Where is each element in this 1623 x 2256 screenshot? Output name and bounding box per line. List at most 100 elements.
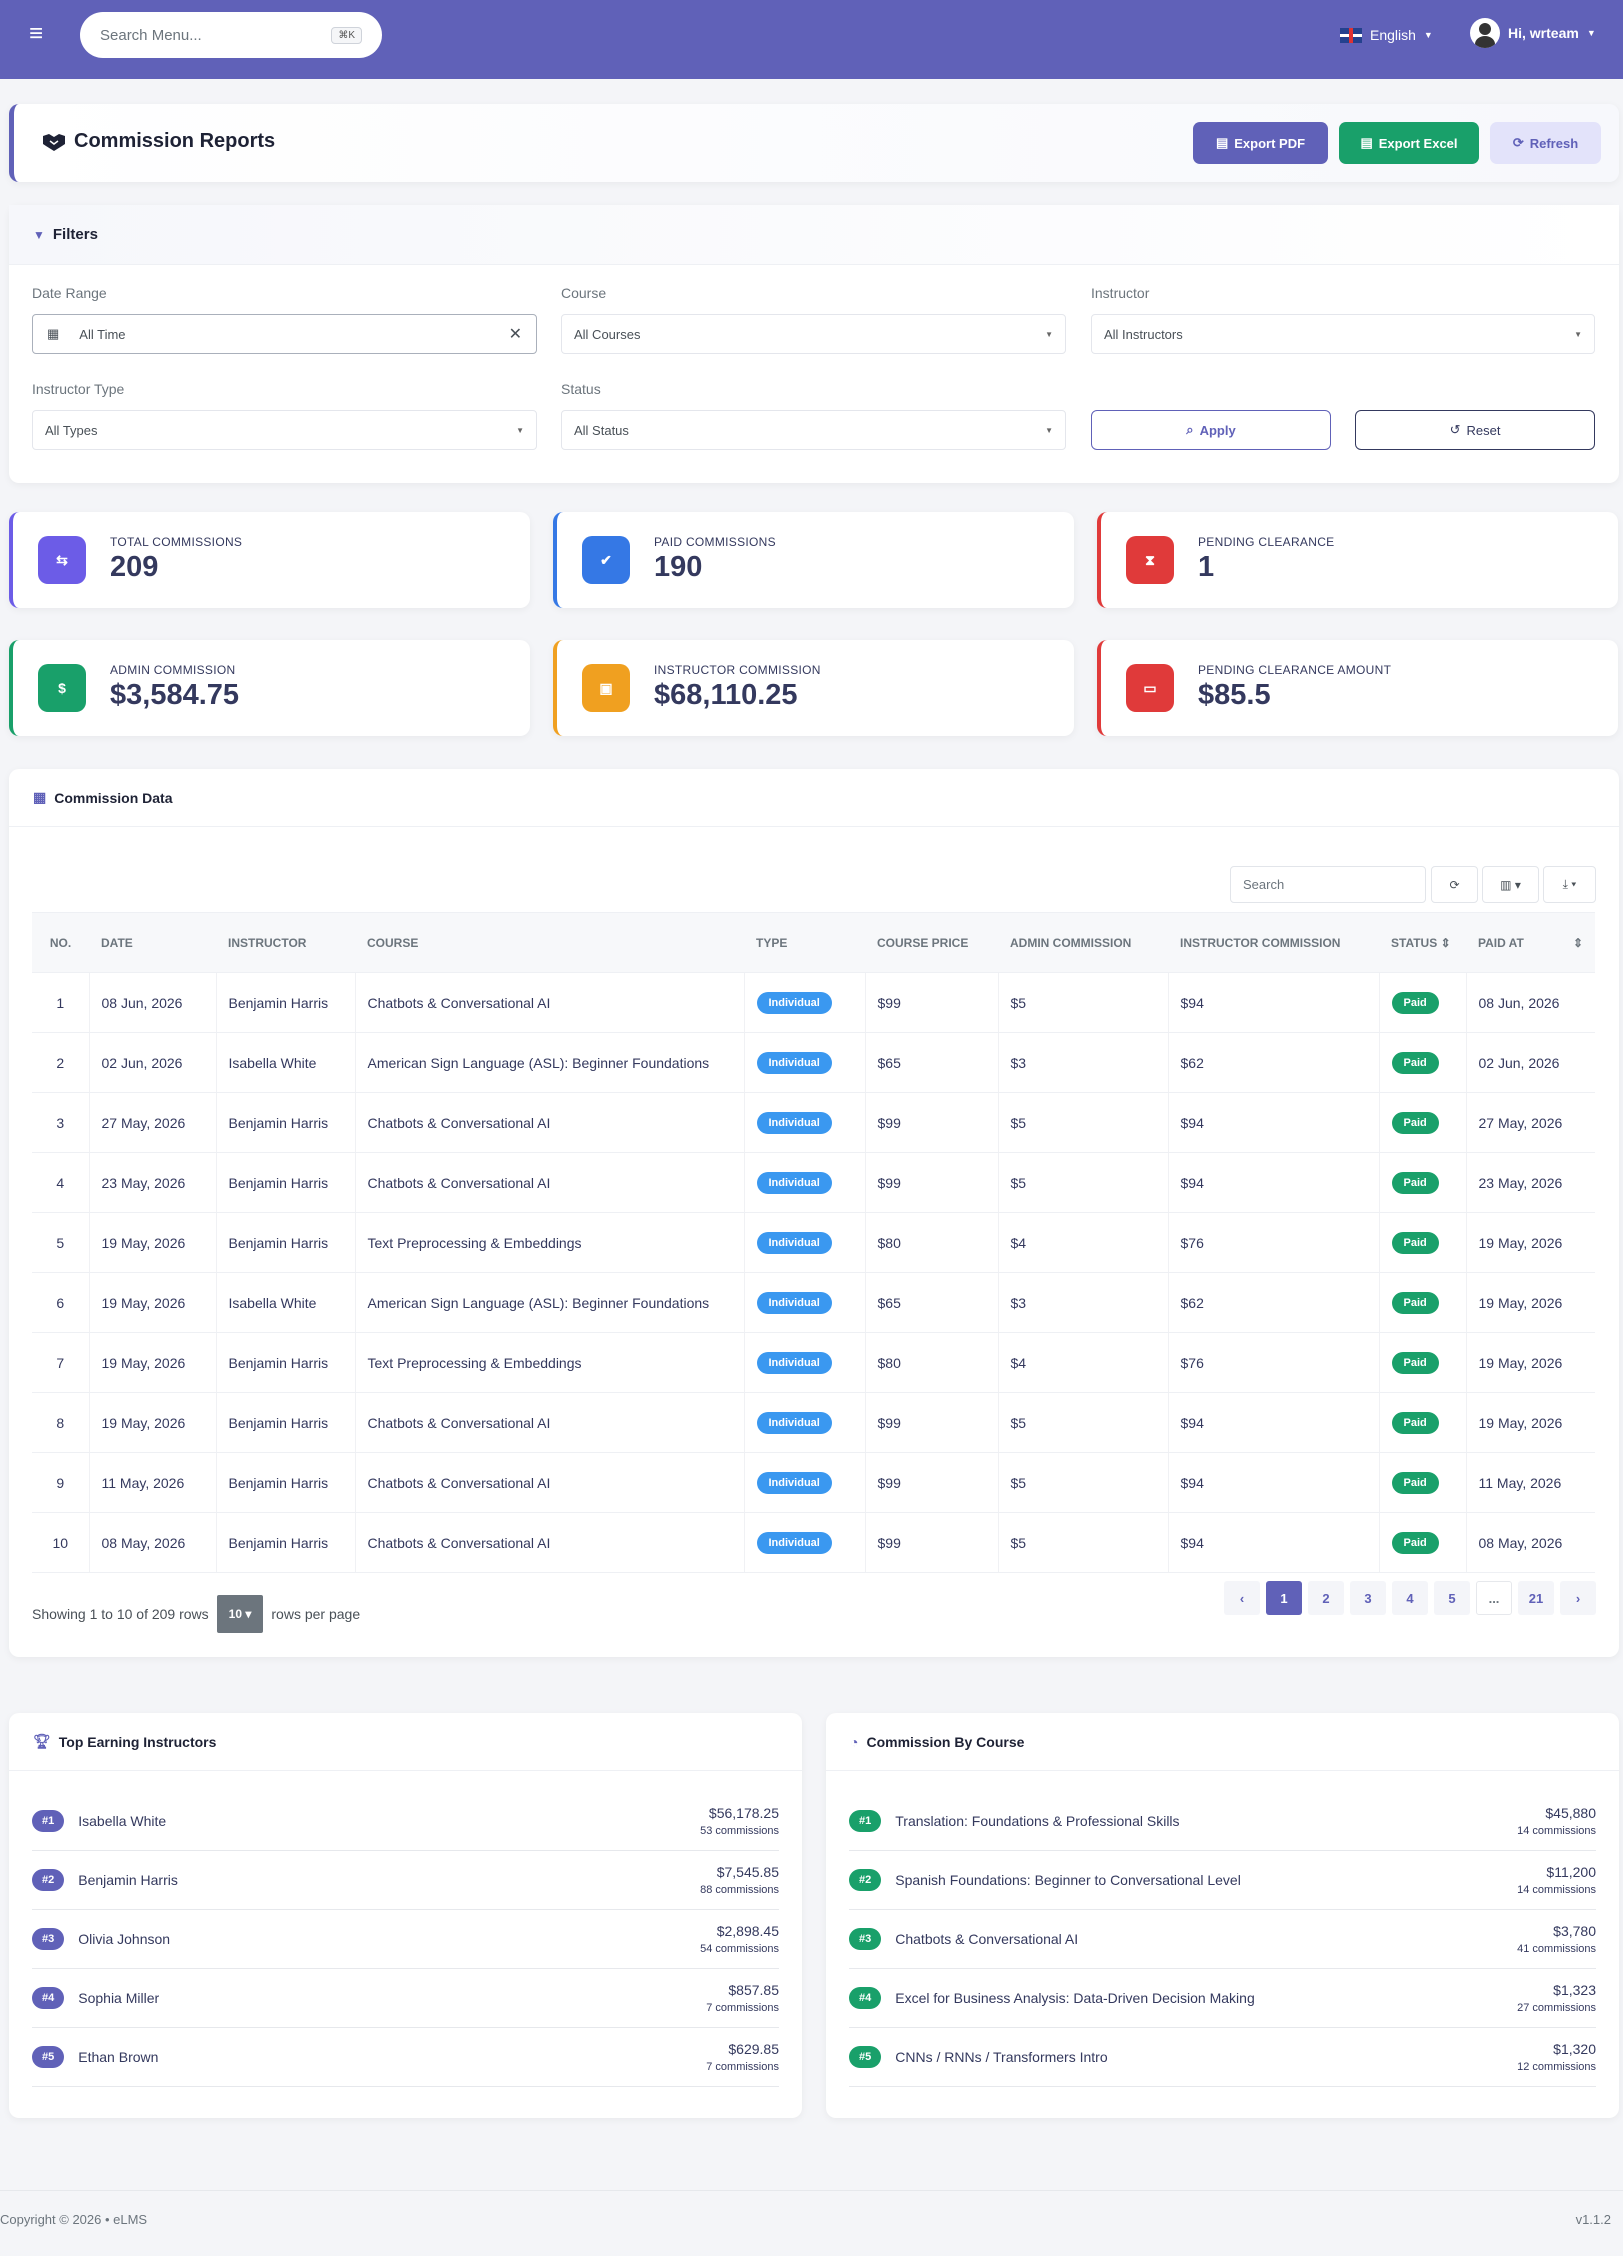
table-row: 6 19 May, 2026 Isabella White American Sign… bbox=[32, 1272, 1595, 1333]
table-cell: Chatbots & Conversational AI bbox=[355, 1512, 745, 1573]
status-badge: Paid bbox=[1391, 1531, 1439, 1554]
column-header[interactable]: Date bbox=[89, 912, 216, 973]
column-header[interactable]: Type bbox=[744, 912, 865, 973]
export-excel-button[interactable]: ▤ Export Excel bbox=[1339, 122, 1479, 164]
column-header[interactable]: Admin Commission bbox=[998, 912, 1168, 973]
commission-by-course-card: ◔ Commission By Course #1 Translation: Fo… bbox=[826, 1713, 1619, 2118]
table-refresh-button[interactable]: ⟳ bbox=[1431, 866, 1478, 903]
hourglass-icon: ⧗ bbox=[1126, 536, 1174, 584]
table-search-input[interactable]: Search bbox=[1230, 866, 1426, 903]
table-cell: 19 May, 2026 bbox=[1466, 1212, 1595, 1273]
rank-badge: #2 bbox=[849, 1869, 882, 1891]
version-text: v1.1.2 bbox=[1575, 2212, 1611, 2227]
status-value: All Status bbox=[574, 422, 629, 438]
instructor-type-label: Instructor Type bbox=[32, 381, 125, 397]
instructor-type-select[interactable]: All Types ▼ bbox=[32, 410, 537, 450]
table-cell: $80 bbox=[865, 1332, 999, 1393]
table-cell: Chatbots & Conversational AI bbox=[355, 972, 745, 1033]
table-cell: Benjamin Harris bbox=[216, 1392, 356, 1453]
chevron-down-icon: ▼ bbox=[1045, 329, 1053, 339]
chevron-down-icon: ▼ bbox=[1574, 329, 1582, 339]
clear-icon[interactable]: ✕ bbox=[509, 324, 522, 344]
column-header[interactable]: Instructor bbox=[216, 912, 355, 973]
column-header[interactable]: Instructor Commission bbox=[1168, 912, 1379, 973]
pagination-info: Showing 1 to 10 of 209 rows 10 ▾ rows pe… bbox=[32, 1595, 360, 1633]
item-amount-block: $1,323 27 commissions bbox=[1517, 1982, 1596, 2014]
columns-toggle-button[interactable]: ▥ ▾ bbox=[1482, 866, 1539, 903]
status-column-header[interactable]: Status ⇕ bbox=[1379, 912, 1466, 973]
search-menu-input[interactable]: Search Menu... ⌘K bbox=[80, 12, 382, 58]
table-cell: 19 May, 2026 bbox=[1466, 1392, 1595, 1453]
dollar-icon: $ bbox=[38, 664, 86, 712]
table-cell: Individual bbox=[744, 1272, 866, 1333]
table-cell: $4 bbox=[998, 1212, 1169, 1273]
page-button[interactable]: ... bbox=[1476, 1581, 1512, 1615]
language-selector[interactable]: English ▼ bbox=[1340, 22, 1433, 48]
status-select[interactable]: All Status ▼ bbox=[561, 410, 1066, 450]
chevron-down-icon: ▼ bbox=[1045, 425, 1053, 435]
filters-title: Filters bbox=[52, 226, 98, 243]
page-button[interactable]: 21 bbox=[1518, 1581, 1554, 1615]
export-excel-label: Export Excel bbox=[1378, 135, 1458, 151]
date-range-input[interactable]: ▦ All Time ✕ bbox=[32, 314, 537, 354]
list-item: #4 Excel for Business Analysis: Data-Driv… bbox=[849, 1969, 1596, 2028]
table-cell: $80 bbox=[865, 1212, 999, 1273]
table-cell: $65 bbox=[865, 1272, 999, 1333]
stat-label: Instructor Commission bbox=[654, 663, 821, 677]
type-badge: Individual bbox=[756, 1111, 832, 1134]
stat-label: Pending Clearance Amount bbox=[1198, 663, 1392, 677]
item-count: 7 commissions bbox=[706, 2002, 779, 2014]
column-header[interactable]: Course Price bbox=[865, 912, 998, 973]
type-badge: Individual bbox=[756, 1051, 832, 1074]
status-label: Status bbox=[561, 381, 601, 397]
page-button[interactable]: 5 bbox=[1434, 1581, 1470, 1615]
status-badge: Paid bbox=[1391, 1171, 1439, 1194]
table-cell: 5 bbox=[32, 1212, 90, 1273]
instructor-select[interactable]: All Instructors ▼ bbox=[1091, 314, 1595, 354]
user-menu[interactable]: Hi, wrteam ▼ bbox=[1470, 18, 1596, 48]
page-button[interactable]: 1 bbox=[1266, 1581, 1302, 1615]
column-header[interactable]: No. bbox=[32, 912, 89, 973]
table-cell: $5 bbox=[998, 1392, 1169, 1453]
handshake-icon bbox=[43, 133, 65, 151]
type-badge: Individual bbox=[756, 1531, 832, 1554]
course-select[interactable]: All Courses ▼ bbox=[561, 314, 1066, 354]
table-cell: 23 May, 2026 bbox=[1466, 1152, 1595, 1213]
commission-by-course-title: Commission By Course bbox=[866, 1733, 1025, 1750]
table-cell: Benjamin Harris bbox=[216, 1092, 356, 1153]
table-cell: Text Preprocessing & Embeddings bbox=[355, 1332, 745, 1393]
table-cell: 3 bbox=[32, 1092, 90, 1153]
reset-button[interactable]: ↺ Reset bbox=[1355, 410, 1595, 450]
status-badge: Paid bbox=[1391, 991, 1439, 1014]
export-pdf-button[interactable]: ▤ Export PDF bbox=[1193, 122, 1328, 164]
next-page-button[interactable]: › bbox=[1560, 1581, 1596, 1615]
language-label: English bbox=[1370, 27, 1416, 43]
stat-value: 209 bbox=[110, 551, 159, 583]
table-cell: 08 May, 2026 bbox=[89, 1512, 217, 1573]
stat-value: $3,584.75 bbox=[110, 679, 240, 711]
table-cell: $76 bbox=[1168, 1332, 1380, 1393]
export-dropdown-button[interactable]: ⤓ ▾ bbox=[1543, 866, 1596, 903]
commission-table: No. Date Instructor Course Type Course P… bbox=[32, 912, 1595, 1573]
list-item: #5 CNNs / RNNs / Transformers Intro $1,320… bbox=[849, 2028, 1596, 2087]
paid-at-column-header[interactable]: Paid At ⇕ bbox=[1466, 912, 1595, 973]
page-button[interactable]: 4 bbox=[1392, 1581, 1428, 1615]
item-name: Chatbots & Conversational AI bbox=[895, 1931, 1079, 1947]
rows-per-page-select[interactable]: 10 ▾ bbox=[216, 1595, 264, 1633]
hamburger-menu-icon[interactable]: ≡ bbox=[29, 22, 51, 46]
filter-icon: ▼ bbox=[33, 227, 45, 242]
page-button[interactable]: 3 bbox=[1350, 1581, 1386, 1615]
list-item: #4 Sophia Miller $857.85 7 commissions bbox=[32, 1969, 779, 2028]
excel-file-icon: ▤ bbox=[1360, 135, 1373, 150]
table-row: 4 23 May, 2026 Benjamin Harris Chatbots & C… bbox=[32, 1152, 1595, 1213]
teacher-icon: ▣ bbox=[582, 664, 630, 712]
undo-icon: ↺ bbox=[1449, 422, 1461, 437]
refresh-button[interactable]: ⟳ Refresh bbox=[1490, 122, 1601, 164]
stat-value: 190 bbox=[654, 551, 703, 583]
prev-page-button[interactable]: ‹ bbox=[1224, 1581, 1260, 1615]
apply-button[interactable]: ⌕ Apply bbox=[1091, 410, 1331, 450]
page-button[interactable]: 2 bbox=[1308, 1581, 1344, 1615]
apply-label: Apply bbox=[1199, 422, 1236, 438]
column-header[interactable]: Course bbox=[355, 912, 744, 973]
table-cell: Benjamin Harris bbox=[216, 1212, 356, 1273]
